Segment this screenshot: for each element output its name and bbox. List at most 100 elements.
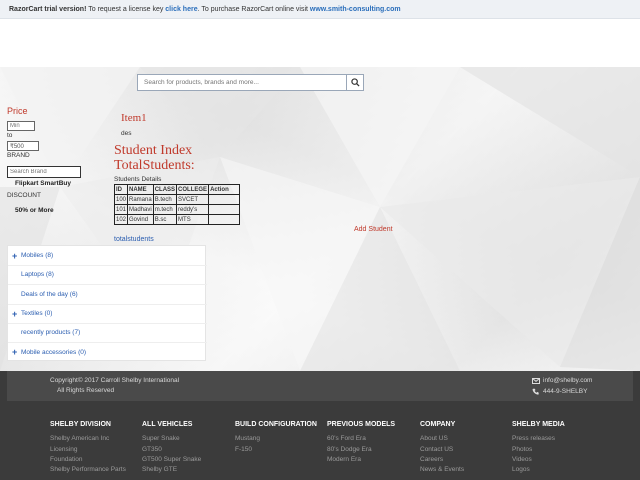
footer-link[interactable]: Logos <box>512 466 530 473</box>
brand-option-flipkart[interactable]: Flipkart SmartBuy <box>15 180 71 187</box>
footer-link[interactable]: Careers <box>420 456 443 463</box>
footer-link[interactable]: News & Events <box>420 466 464 473</box>
table-cell: m.tech <box>152 204 178 215</box>
trial-prefix: RazorCart trial version! <box>9 6 87 13</box>
table-cell: 101 <box>113 204 129 215</box>
students-table: ID NAME CLASS COLLEGE Action 100 Ramana … <box>113 184 241 225</box>
category-item-deals[interactable]: Deals of the day (6) <box>8 285 207 305</box>
table-cell: B.sc <box>152 214 178 225</box>
plus-icon: + <box>12 250 18 261</box>
envelope-icon <box>532 378 540 384</box>
trial-purchase-text: . To purchase RazorCart online visit <box>197 6 310 13</box>
footer-col-title: BUILD CONFIGURATION <box>235 421 317 428</box>
total-students-heading: TotalStudents: <box>114 158 195 173</box>
category-item-mobile-accessories[interactable]: + Mobile accessories (0) <box>8 342 207 362</box>
table-row: 101 Madhavi m.tech reddy's <box>113 204 241 215</box>
click-here-link[interactable]: click here <box>165 6 197 13</box>
brand-search-input[interactable] <box>7 166 81 178</box>
category-label: Laptops (8) <box>21 271 54 278</box>
copyright-line1: Copyright© 2017 Carroll Shelby Internati… <box>50 377 180 384</box>
category-item-textiles[interactable]: + Textiles (0) <box>8 304 207 324</box>
plus-icon: + <box>12 347 18 357</box>
footer-link[interactable]: Shelby Performance Parts <box>50 466 126 473</box>
footer-link[interactable]: 80's Dodge Era <box>327 446 372 453</box>
table-cell: Ramana <box>127 194 154 205</box>
phone-icon <box>532 388 539 395</box>
search-bar <box>137 74 364 91</box>
search-input[interactable] <box>138 75 346 90</box>
footer-link[interactable]: F-150 <box>235 446 252 453</box>
price-max-input[interactable] <box>7 141 39 151</box>
category-label: Deals of the day (6) <box>21 291 78 298</box>
footer-link[interactable]: 60's Ford Era <box>327 435 366 442</box>
footer-col-title: COMPANY <box>420 421 456 428</box>
discount-label: DISCOUNT <box>7 192 41 199</box>
category-label: recently products (7) <box>21 329 81 336</box>
category-item-recent[interactable]: recently products (7) <box>8 323 207 343</box>
footer-link[interactable]: Super Snake <box>142 435 180 442</box>
category-item-mobiles[interactable]: + Mobiles (8) <box>8 246 207 266</box>
table-header-row: ID NAME CLASS COLLEGE Action <box>113 184 241 195</box>
site-link[interactable]: www.smith-consulting.com <box>310 6 401 13</box>
footer-link[interactable]: Licensing <box>50 446 77 453</box>
column-header: CLASS <box>152 184 178 195</box>
student-index-heading: Student Index <box>114 143 193 158</box>
action-cell[interactable] <box>208 204 241 215</box>
table-cell: Govind <box>127 214 154 225</box>
price-title: Price <box>7 106 28 116</box>
action-cell[interactable] <box>208 194 241 205</box>
footer-col-title: PREVIOUS MODELS <box>327 421 396 428</box>
category-label: Mobiles (8) <box>21 252 54 259</box>
column-header: Action <box>208 184 241 195</box>
column-header: NAME <box>127 184 154 195</box>
footer-link[interactable]: GT500 Super Snake <box>142 456 201 463</box>
table-cell: 100 <box>113 194 129 205</box>
category-label: Mobile accessories (0) <box>21 348 87 356</box>
footer-link[interactable]: Foundation <box>50 456 83 463</box>
plus-icon: + <box>12 308 18 319</box>
item-description: des <box>121 130 132 137</box>
action-cell[interactable] <box>208 214 241 225</box>
add-student-link[interactable]: Add Student <box>354 226 393 233</box>
table-cell: Madhavi <box>127 204 154 215</box>
category-item-laptops[interactable]: Laptops (8) <box>8 265 207 285</box>
footer-link[interactable]: Photos <box>512 446 532 453</box>
discount-option[interactable]: 50% or More <box>15 207 54 214</box>
item-title: Item1 <box>121 112 147 124</box>
search-button[interactable] <box>346 75 363 90</box>
search-icon <box>350 78 360 87</box>
footer-phone: 444-9-SHELBY <box>543 388 588 395</box>
footer-col-title: SHELBY MEDIA <box>512 421 565 428</box>
footer-link[interactable]: GT350 <box>142 446 162 453</box>
footer-link[interactable]: About US <box>420 435 448 442</box>
footer-link[interactable]: Shelby American Inc <box>50 435 109 442</box>
table-row: 102 Govind B.sc MTS <box>113 214 241 225</box>
table-cell: reddy's <box>176 204 210 215</box>
students-details-label: Students Details <box>114 176 162 183</box>
column-header: ID <box>113 184 129 195</box>
table-row: 100 Ramana B.tech SVCET <box>113 194 241 205</box>
footer-link[interactable]: Contact US <box>420 446 453 453</box>
footer-top-bar <box>7 371 633 401</box>
table-cell: 102 <box>113 214 129 225</box>
table-cell: MTS <box>176 214 210 225</box>
footer-link[interactable]: Press releases <box>512 435 555 442</box>
footer-col-title: SHELBY DIVISION <box>50 421 111 428</box>
column-header: COLLEGE <box>176 184 210 195</box>
category-panel: + Mobiles (8) Laptops (8) Deals of the d… <box>7 245 207 362</box>
total-students-link[interactable]: totalstudents <box>114 236 154 243</box>
trial-banner: RazorCart trial version! To request a li… <box>0 0 640 19</box>
footer-email[interactable]: info@shelby.com <box>543 377 592 384</box>
trial-request-text: To request a license key <box>86 6 166 13</box>
copyright-line2: All Rights Reserved <box>57 387 115 394</box>
table-cell: SVCET <box>176 194 210 205</box>
price-min-input[interactable] <box>7 121 35 131</box>
footer-link[interactable]: Mustang <box>235 435 260 442</box>
footer-link[interactable]: Shelby GTE <box>142 466 177 473</box>
category-label: Textiles (0) <box>21 310 53 317</box>
table-cell: B.tech <box>152 194 178 205</box>
footer: Copyright© 2017 Carroll Shelby Internati… <box>0 371 640 480</box>
footer-link[interactable]: Modern Era <box>327 456 361 463</box>
footer-link[interactable]: Videos <box>512 456 532 463</box>
brand-label: BRAND <box>7 152 30 159</box>
